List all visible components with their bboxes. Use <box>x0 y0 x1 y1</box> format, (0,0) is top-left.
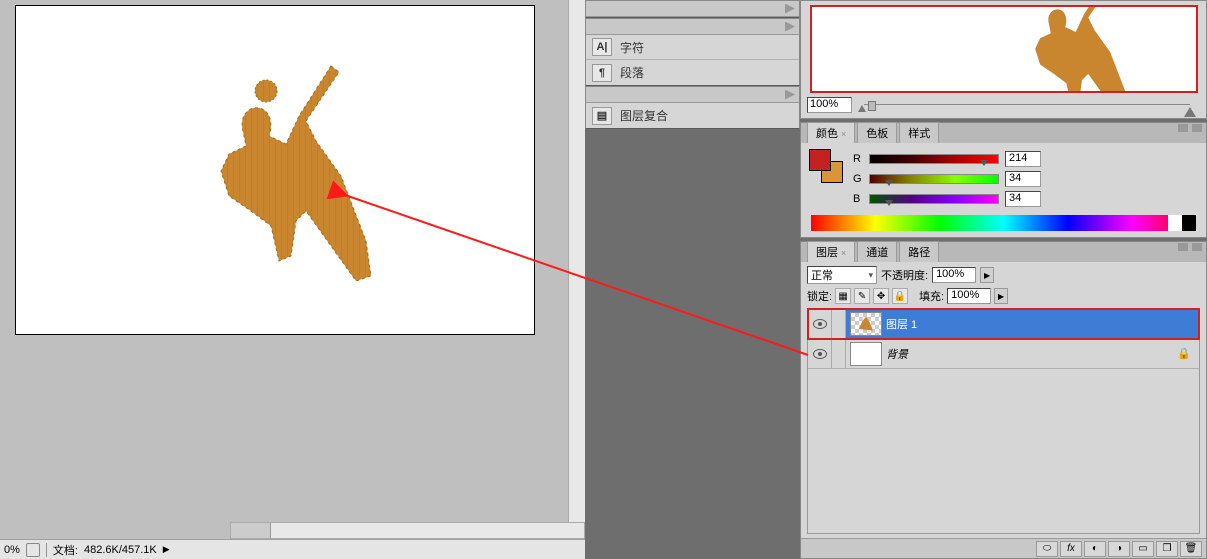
navigator-zoom-slider[interactable] <box>854 99 1200 111</box>
color-spectrum[interactable] <box>811 215 1196 231</box>
type-palette: A| 字符 ¶ 段落 <box>585 18 800 86</box>
expand-icon[interactable] <box>785 22 795 32</box>
b-input[interactable]: 34 <box>1005 191 1041 207</box>
layer-name[interactable]: 图层 1 <box>886 316 917 332</box>
close-icon[interactable] <box>1192 243 1202 251</box>
link-cell[interactable] <box>832 339 846 368</box>
doc-label: 文档: <box>53 542 78 558</box>
r-label: R <box>853 153 863 165</box>
fill-label: 填充: <box>919 288 944 304</box>
layer-row[interactable]: 图层 1 <box>808 309 1199 339</box>
layer-mask-button[interactable]: ◐ <box>1084 541 1106 557</box>
opacity-label: 不透明度: <box>881 267 928 283</box>
paragraph-label: 段落 <box>620 64 644 81</box>
tab-swatches[interactable]: 色板 <box>857 122 897 143</box>
artboard[interactable] <box>16 6 534 334</box>
lock-transparency-button[interactable]: ▦ <box>835 288 851 304</box>
layer-thumbnail[interactable] <box>850 342 882 366</box>
visibility-toggle[interactable] <box>808 339 832 368</box>
layers-panel: 图层× 通道 路径 正常 不透明度: 100% ▶ 锁定: ▦ ✎ ✥ 🔒 填充… <box>800 241 1207 559</box>
adjustment-layer-button[interactable]: ◑ <box>1108 541 1130 557</box>
navigator-zoom-input[interactable]: 100% <box>807 97 852 113</box>
minimize-icon[interactable] <box>1178 124 1188 132</box>
tab-color[interactable]: 颜色× <box>807 122 855 143</box>
character-icon: A| <box>592 38 612 56</box>
status-bar: 0% 文档: 482.6K/457.1K ▶ <box>0 539 585 559</box>
color-swatch-pair[interactable] <box>809 149 843 183</box>
lock-label: 锁定: <box>807 288 832 304</box>
opacity-flyout-button[interactable]: ▶ <box>980 267 994 283</box>
mid-palette-column: A| 字符 ¶ 段落 ▤ 图层复合 <box>585 0 800 559</box>
paragraph-icon: ¶ <box>592 64 612 82</box>
zoom-in-icon[interactable] <box>1184 101 1196 117</box>
zoom-level[interactable]: 0% <box>4 544 20 556</box>
expand-icon[interactable] <box>785 4 795 14</box>
tab-paths[interactable]: 路径 <box>899 241 939 262</box>
r-input[interactable]: 214 <box>1005 151 1041 167</box>
layer-comps-icon: ▤ <box>592 107 612 125</box>
lock-pixels-button[interactable]: ✎ <box>854 288 870 304</box>
canvas-viewport[interactable] <box>10 0 585 537</box>
right-column: 100% 颜色× 色板 样式 R 214 <box>800 0 1207 559</box>
paragraph-panel-button[interactable]: ¶ 段落 <box>586 60 799 85</box>
zoom-slider-thumb[interactable] <box>868 101 876 111</box>
character-label: 字符 <box>620 39 644 56</box>
close-icon[interactable] <box>1192 124 1202 132</box>
layer-comps-button[interactable]: ▤ 图层复合 <box>586 103 799 128</box>
r-slider[interactable] <box>869 154 999 164</box>
fill-flyout-button[interactable]: ▶ <box>994 288 1008 304</box>
layercomp-palette: ▤ 图层复合 <box>585 86 800 129</box>
horizontal-scrollbar[interactable] <box>230 522 585 539</box>
navigator-panel: 100% <box>800 0 1207 119</box>
zoom-icon[interactable] <box>26 543 40 557</box>
layer-group-button[interactable]: ▭ <box>1132 541 1154 557</box>
opacity-input[interactable]: 100% <box>932 267 976 283</box>
tab-channels[interactable]: 通道 <box>857 241 897 262</box>
layer-thumbnail[interactable] <box>850 312 882 336</box>
navigator-preview[interactable] <box>810 5 1198 93</box>
delete-layer-button[interactable]: 🗑 <box>1180 541 1202 557</box>
layers-footer: ⬭ fx ◐ ◑ ▭ ❐ 🗑 <box>801 538 1206 558</box>
expand-icon[interactable] <box>785 90 795 100</box>
tab-layers[interactable]: 图层× <box>807 241 855 262</box>
fill-input[interactable]: 100% <box>947 288 991 304</box>
canvas-region: 0% 文档: 482.6K/457.1K ▶ <box>0 0 585 559</box>
foreground-color-swatch[interactable] <box>809 149 831 171</box>
doc-size: 482.6K/457.1K <box>84 544 157 556</box>
eye-icon <box>813 349 827 359</box>
tab-styles[interactable]: 样式 <box>899 122 939 143</box>
layer-fx-button[interactable]: fx <box>1060 541 1082 557</box>
minimize-icon[interactable] <box>1178 243 1188 251</box>
g-label: G <box>853 173 863 185</box>
top-palette-stub <box>585 0 800 18</box>
b-slider[interactable] <box>869 194 999 204</box>
character-panel-button[interactable]: A| 字符 <box>586 35 799 60</box>
color-panel: 颜色× 色板 样式 R 214 G 34 B <box>800 122 1207 238</box>
eye-icon <box>813 319 827 329</box>
blend-mode-select[interactable]: 正常 <box>807 266 877 284</box>
layer-name[interactable]: 背景 <box>886 346 908 362</box>
lock-icon: 🔒 <box>1177 347 1191 360</box>
canvas-artwork <box>191 56 401 296</box>
layer-row[interactable]: 背景 🔒 <box>808 339 1199 369</box>
layer-comps-label: 图层复合 <box>620 107 668 124</box>
vertical-scrollbar[interactable] <box>568 0 585 537</box>
lock-position-button[interactable]: ✥ <box>873 288 889 304</box>
link-cell[interactable] <box>832 309 846 338</box>
lock-all-button[interactable]: 🔒 <box>892 288 908 304</box>
link-layers-button[interactable]: ⬭ <box>1036 541 1058 557</box>
b-label: B <box>853 193 863 205</box>
new-layer-button[interactable]: ❐ <box>1156 541 1178 557</box>
g-slider[interactable] <box>869 174 999 184</box>
visibility-toggle[interactable] <box>808 309 832 338</box>
g-input[interactable]: 34 <box>1005 171 1041 187</box>
layer-list: 图层 1 背景 🔒 <box>807 308 1200 534</box>
zoom-out-icon[interactable] <box>858 101 866 112</box>
